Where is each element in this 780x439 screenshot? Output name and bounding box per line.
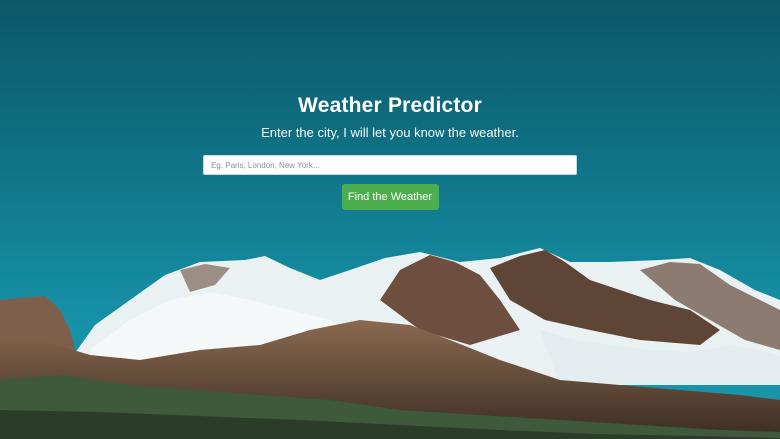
city-search-input[interactable] (203, 155, 577, 175)
mountain-background-image (0, 248, 780, 439)
page-title: Weather Predictor (298, 94, 482, 117)
page-subtitle: Enter the city, I will let you know the … (261, 125, 519, 140)
find-weather-button[interactable]: Find the Weather (341, 184, 439, 210)
hero-content: Weather Predictor Enter the city, I will… (0, 92, 780, 210)
